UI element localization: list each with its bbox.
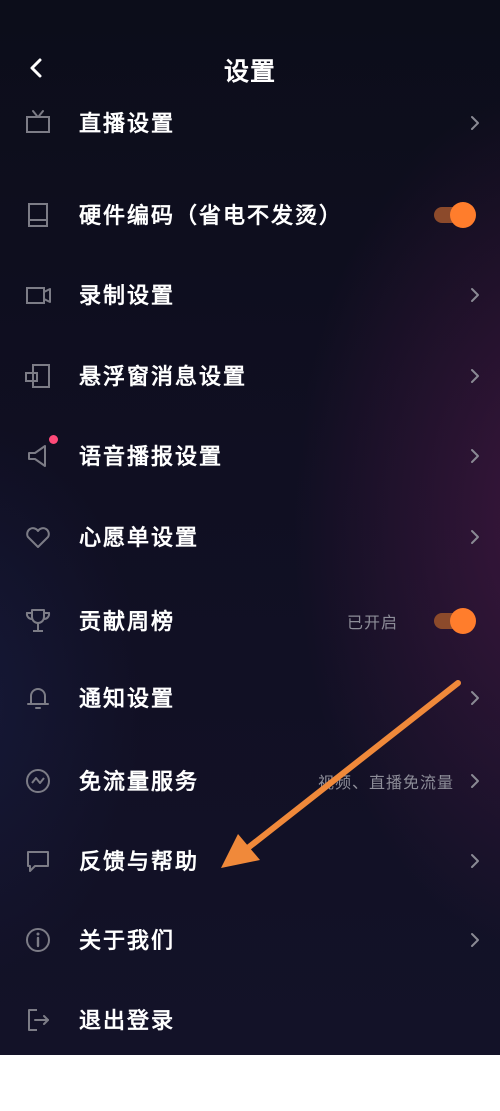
chevron-right-icon bbox=[468, 849, 482, 873]
settings-item-label: 免流量服务 bbox=[79, 770, 200, 795]
header: 设置 bbox=[0, 40, 500, 96]
chevron-right-icon bbox=[468, 111, 482, 135]
settings-item-wishlist[interactable]: 心愿单设置 bbox=[0, 507, 500, 567]
settings-item-notifications[interactable]: 通知设置 bbox=[0, 668, 500, 728]
weekly-ranking-toggle[interactable] bbox=[430, 607, 476, 635]
settings-item-weekly-ranking[interactable]: 贡献周榜 已开启 bbox=[0, 591, 500, 651]
settings-item-label: 退出登录 bbox=[79, 1009, 176, 1034]
logout-button[interactable]: 退出登录 bbox=[0, 990, 500, 1050]
settings-item-about[interactable]: 关于我们 bbox=[0, 910, 500, 970]
page-title: 设置 bbox=[223, 57, 276, 86]
hardware-encoding-toggle[interactable] bbox=[430, 201, 476, 229]
settings-item-label: 关于我们 bbox=[79, 929, 176, 954]
chevron-right-icon bbox=[468, 686, 482, 710]
settings-item-label: 反馈与帮助 bbox=[79, 850, 200, 875]
status-value: 视频、直播免流量 bbox=[317, 773, 454, 792]
settings-item-feedback[interactable]: 反馈与帮助 bbox=[0, 831, 500, 891]
chevron-right-icon bbox=[468, 283, 482, 307]
notification-badge bbox=[49, 435, 58, 444]
trophy-icon bbox=[23, 606, 53, 636]
settings-item-label: 硬件编码（省电不发烫） bbox=[79, 204, 344, 229]
speaker-icon bbox=[23, 441, 53, 471]
chevron-right-icon bbox=[468, 769, 482, 793]
bell-icon bbox=[23, 683, 53, 713]
settings-item-label: 心愿单设置 bbox=[79, 526, 200, 551]
tv-icon bbox=[23, 108, 53, 138]
settings-item-voice-broadcast[interactable]: 语音播报设置 bbox=[0, 426, 500, 486]
settings-item-live[interactable]: 直播设置 bbox=[0, 93, 500, 153]
settings-item-label: 悬浮窗消息设置 bbox=[79, 365, 248, 390]
settings-item-label: 直播设置 bbox=[79, 112, 176, 137]
settings-item-label: 语音播报设置 bbox=[79, 445, 224, 470]
settings-item-floating-window[interactable]: 悬浮窗消息设置 bbox=[0, 346, 500, 406]
logout-icon bbox=[23, 1005, 53, 1035]
video-record-icon bbox=[23, 280, 53, 310]
status-value: 已开启 bbox=[346, 613, 398, 632]
settings-item-recording[interactable]: 录制设置 bbox=[0, 265, 500, 325]
heart-icon bbox=[23, 522, 53, 552]
settings-item-label: 通知设置 bbox=[79, 687, 176, 712]
floating-window-icon bbox=[23, 361, 53, 391]
chevron-right-icon bbox=[468, 928, 482, 952]
toggle-knob bbox=[450, 202, 476, 228]
device-icon bbox=[23, 200, 53, 230]
settings-item-label: 贡献周榜 bbox=[79, 610, 176, 635]
settings-item-label: 录制设置 bbox=[79, 284, 176, 309]
chevron-right-icon bbox=[468, 444, 482, 468]
info-icon bbox=[23, 925, 53, 955]
settings-item-hardware-encoding[interactable]: 硬件编码（省电不发烫） bbox=[0, 185, 500, 245]
flow-icon bbox=[23, 766, 53, 796]
chat-icon bbox=[23, 846, 53, 876]
chevron-right-icon bbox=[468, 364, 482, 388]
settings-screen: 设置 直播设置 硬件编码（省电不发烫） 录制设置 悬浮窗消息设置 语音播报设置 … bbox=[0, 0, 500, 1055]
settings-item-free-data[interactable]: 免流量服务 视频、直播免流量 bbox=[0, 751, 500, 811]
chevron-right-icon bbox=[468, 525, 482, 549]
bottom-area bbox=[0, 1055, 500, 1111]
toggle-knob bbox=[450, 608, 476, 634]
